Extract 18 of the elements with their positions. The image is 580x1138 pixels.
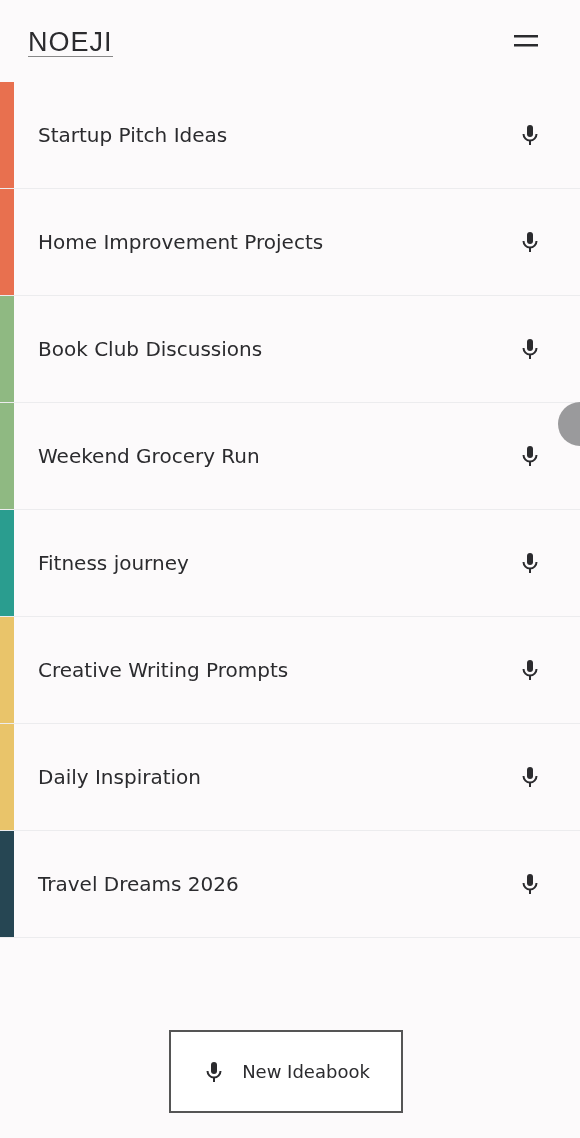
- menu-icon[interactable]: [514, 33, 538, 49]
- ideabook-item[interactable]: Startup Pitch Ideas: [0, 82, 580, 189]
- ideabook-title: Startup Pitch Ideas: [37, 123, 229, 147]
- ideabook-title: Travel Dreams 2026: [37, 872, 240, 896]
- ideabook-title: Creative Writing Prompts: [37, 658, 290, 682]
- ideabook-title: Fitness journey: [37, 551, 190, 575]
- ideabook-item[interactable]: Daily Inspiration: [0, 724, 580, 831]
- ideabook-title: Book Club Discussions: [37, 337, 264, 361]
- ideabook-item[interactable]: Home Improvement Projects: [0, 189, 580, 296]
- ideabook-title: Daily Inspiration: [37, 765, 202, 789]
- ideabook-item[interactable]: Fitness journey: [0, 510, 580, 617]
- ideabook-item[interactable]: Creative Writing Prompts: [0, 617, 580, 724]
- ideabook-title: Home Improvement Projects: [37, 230, 325, 254]
- ideabook-item[interactable]: Book Club Discussions: [0, 296, 580, 403]
- ideabook-item[interactable]: Travel Dreams 2026: [0, 831, 580, 938]
- app-logo: NOEJI: [28, 25, 113, 57]
- ideabook-title: Weekend Grocery Run: [37, 444, 261, 468]
- new-ideabook-button[interactable]: New Ideabook: [169, 1030, 403, 1113]
